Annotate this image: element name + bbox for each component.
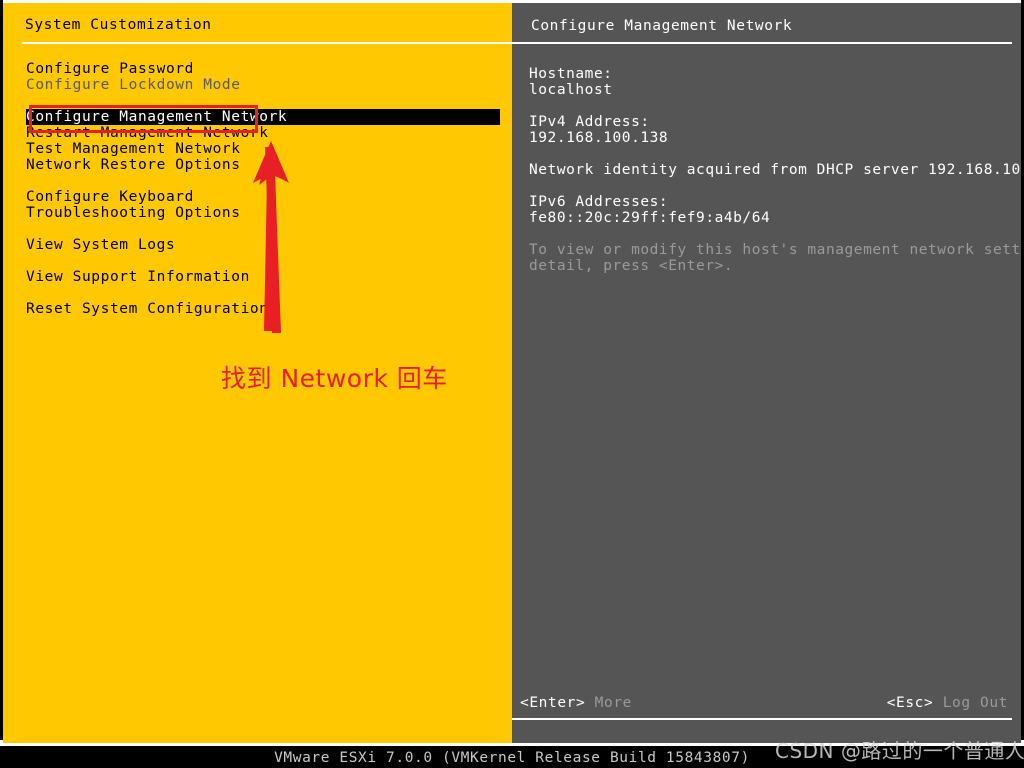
key-hint-esc[interactable]: <Esc> Log Out — [887, 695, 1008, 711]
page-title: System Customization — [25, 17, 212, 33]
annotation-highlight-rectangle — [29, 105, 258, 133]
enter-keycap: <Enter> — [520, 695, 586, 711]
right-panel-title: Configure Management Network — [531, 18, 793, 34]
hint-line-1: To view or modify this host's management… — [529, 242, 1024, 258]
esc-keycap: <Esc> — [886, 695, 934, 711]
menu-item-configure-keyboard[interactable]: Configure Keyboard — [3, 189, 512, 205]
esxi-dcui-screen: System Customization Configure Password … — [0, 0, 1024, 768]
ipv6-addresses-value: fe80::20c:29ff:fef9:a4b/64 — [529, 210, 771, 226]
csdn-watermark: CSDN @路过的一个普通人 — [775, 739, 1024, 763]
menu-item-reset-system-configuration[interactable]: Reset System Configuration — [3, 301, 512, 317]
esc-action-label: Log Out — [942, 695, 1008, 711]
left-header-divider — [22, 42, 512, 44]
hint-line-2: detail, press <Enter>. — [529, 258, 734, 274]
ipv4-address-value: 192.168.100.138 — [529, 130, 669, 146]
detail-spacer — [529, 146, 1015, 162]
detail-spacer — [529, 226, 1015, 242]
menu-spacer — [3, 173, 512, 189]
dhcp-source-note: Network identity acquired from DHCP serv… — [529, 162, 1024, 178]
system-customization-menu[interactable]: Configure Password Configure Lockdown Mo… — [3, 61, 512, 317]
ipv6-addresses-label: IPv6 Addresses: — [529, 194, 669, 210]
system-customization-panel: System Customization Configure Password … — [0, 0, 512, 746]
menu-item-troubleshooting-options[interactable]: Troubleshooting Options — [3, 205, 512, 221]
detail-spacer — [529, 98, 1015, 114]
enter-action-label: More — [594, 695, 632, 711]
network-details-list: Hostname: localhost IPv4 Address: 192.16… — [529, 66, 1024, 274]
annotation-note-text: 找到 Network 回车 — [221, 364, 448, 393]
hostname-value: localhost — [529, 82, 613, 98]
menu-spacer — [3, 253, 512, 269]
menu-item-network-restore-options[interactable]: Network Restore Options — [3, 157, 512, 173]
key-hint-enter[interactable]: <Enter> More — [520, 695, 632, 711]
menu-spacer — [3, 221, 512, 237]
menu-spacer — [3, 285, 512, 301]
menu-item-configure-password[interactable]: Configure Password — [3, 61, 512, 77]
hostname-label: Hostname: — [529, 66, 613, 82]
detail-spacer — [529, 178, 1015, 194]
menu-item-view-system-logs[interactable]: View System Logs — [3, 237, 512, 253]
ipv4-address-label: IPv4 Address: — [529, 114, 650, 130]
right-footer-divider — [512, 718, 1012, 720]
menu-item-view-support-information[interactable]: View Support Information — [3, 269, 512, 285]
right-header-divider — [512, 42, 1012, 44]
menu-item-configure-lockdown-mode: Configure Lockdown Mode — [26, 77, 241, 93]
menu-item-test-management-network[interactable]: Test Management Network — [3, 141, 512, 157]
configure-management-network-panel: Configure Management Network Hostname: l… — [512, 0, 1024, 746]
